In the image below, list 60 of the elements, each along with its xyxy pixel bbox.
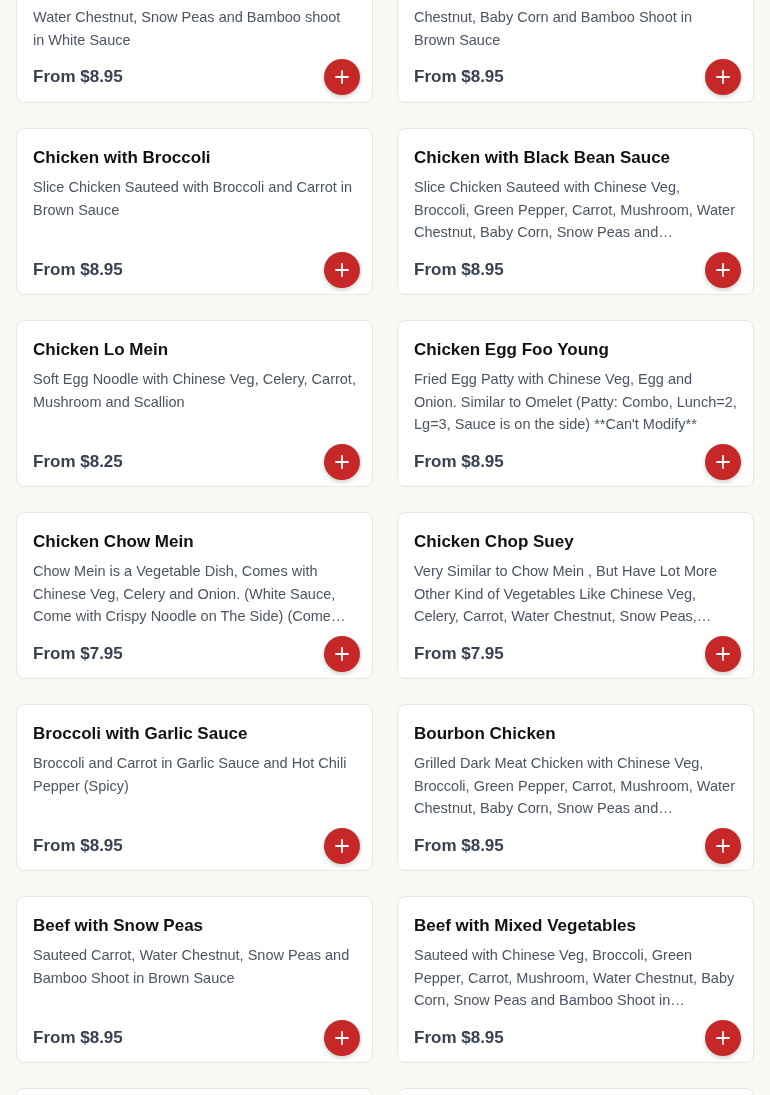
item-name: Beef with Snow Peas	[33, 916, 205, 936]
item-description: Broccoli and Carrot in Garlic Sauce and Hot Chili Pepper (Spicy)	[33, 754, 348, 796]
item-name: Chicken with Broccoli	[33, 148, 212, 168]
item-price: From $8.95	[33, 836, 123, 856]
plus-icon	[715, 646, 731, 662]
item-description: Slice Chicken Sauteed with Chinese Veg, Broccoli, Green Pepper, Carrot, Mushroom, Water Chestnut, Baby Corn, Snow Peas and…	[414, 178, 736, 242]
item-description: Chestnut, Baby Corn and Bamboo Shoot in	[414, 8, 694, 27]
plus-icon	[715, 838, 731, 854]
item-price: From $8.95	[414, 67, 504, 87]
plus-icon	[334, 69, 350, 85]
item-description: Chow Mein is a Vegetable Dish, Comes with Chinese Veg, Celery and Onion. (White Sauce, Come with Crispy Noodle on The Side) (Come…	[33, 562, 347, 626]
item-description: Very Similar to Chow Mein , But Have Lot More Other Kind of Vegetables Like Chinese Veg, Celery, Carrot, Water Chestnut, Snow Peas,…	[414, 562, 718, 626]
item-description: Brown Sauce	[414, 30, 502, 50]
plus-icon	[334, 1030, 350, 1046]
item-price: From $8.95	[414, 836, 504, 856]
add-button[interactable]	[324, 252, 360, 288]
plus-icon	[715, 454, 731, 470]
item-description: Fried Egg Patty with Chinese Veg, Egg and Onion. Similar to Omelet (Patty: Combo, Lunch=2, Lg=3, Sauce is on the side) **Can't Modify**	[414, 370, 737, 434]
item-name: Chicken Chow Mein	[33, 532, 195, 552]
plus-icon	[715, 69, 731, 85]
add-button[interactable]	[705, 636, 741, 672]
item-description: Slice Chicken Sauteed with Broccoli and Carrot in Brown Sauce	[33, 178, 354, 220]
item-price: From $8.95	[414, 1028, 504, 1048]
plus-icon	[334, 646, 350, 662]
item-price: From $8.95	[33, 67, 123, 87]
item-name: Bourbon Chicken	[414, 724, 557, 744]
item-name: Chicken Chop Suey	[414, 532, 575, 552]
plus-icon	[715, 1030, 731, 1046]
add-button[interactable]	[324, 828, 360, 864]
item-name: Chicken with Black Bean Sauce	[414, 148, 672, 168]
item-description: Soft Egg Noodle with Chinese Veg, Celery, Carrot, Mushroom and Scallion	[33, 370, 356, 412]
add-button[interactable]	[705, 1020, 741, 1056]
add-button[interactable]	[705, 828, 741, 864]
item-price: From $8.95	[414, 260, 504, 280]
item-price: From $8.25	[33, 452, 123, 472]
add-button[interactable]	[705, 444, 741, 480]
item-price: From $8.95	[414, 452, 504, 472]
item-description: Water Chestnut, Snow Peas and Bamboo shoot	[33, 8, 342, 27]
add-button[interactable]	[324, 59, 360, 95]
item-name: Broccoli with Garlic Sauce	[33, 724, 249, 744]
add-button[interactable]	[324, 444, 360, 480]
plus-icon	[334, 454, 350, 470]
plus-icon	[715, 262, 731, 278]
add-button[interactable]	[324, 1020, 360, 1056]
item-name: Chicken Lo Mein	[33, 340, 170, 360]
item-description: Sauteed with Chinese Veg, Broccoli, Green Pepper, Carrot, Mushroom, Water Chestnut, Baby Corn, Snow Peas and Bamboo Shoot in…	[414, 946, 736, 1010]
item-name: Chicken Egg Foo Young	[414, 340, 610, 360]
item-description: Grilled Dark Meat Chicken with Chinese Veg, Broccoli, Green Pepper, Carrot, Mushroom, Water Chestnut, Baby Corn, Snow Peas and…	[414, 754, 736, 818]
item-price: From $8.95	[33, 1028, 123, 1048]
add-button[interactable]	[705, 59, 741, 95]
plus-icon	[334, 838, 350, 854]
add-button[interactable]	[324, 636, 360, 672]
item-description: in White Sauce	[33, 30, 132, 50]
item-price: From $7.95	[33, 644, 123, 664]
item-name: Beef with Mixed Vegetables	[414, 916, 637, 936]
item-price: From $8.95	[33, 260, 123, 280]
add-button[interactable]	[705, 252, 741, 288]
item-price: From $7.95	[414, 644, 504, 664]
item-description: Sauteed Carrot, Water Chestnut, Snow Peas and Bamboo Shoot in Brown Sauce	[33, 946, 351, 988]
plus-icon	[334, 262, 350, 278]
